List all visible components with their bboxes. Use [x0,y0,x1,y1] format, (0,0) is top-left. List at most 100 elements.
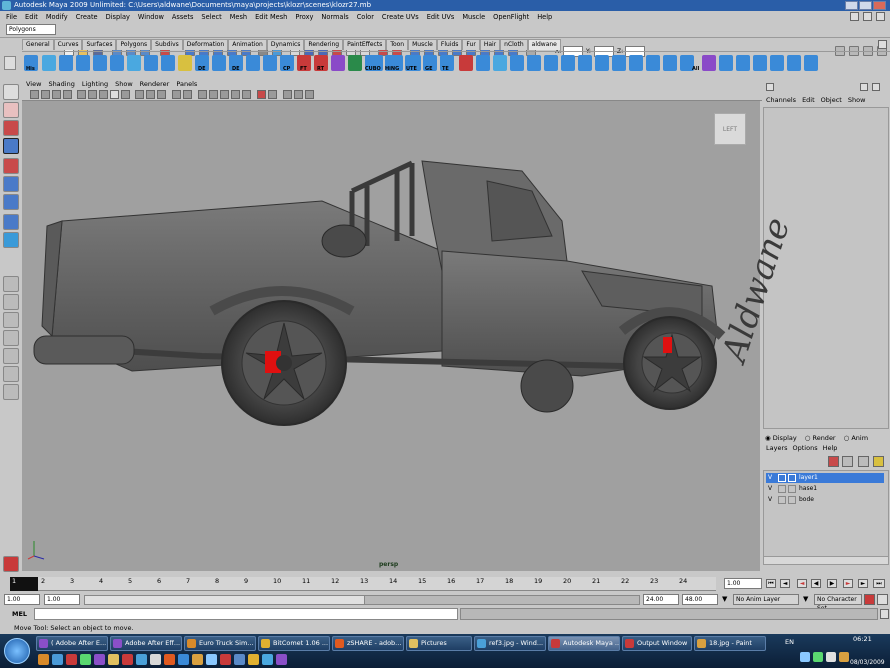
panel-menu-lighting[interactable]: Lighting [82,80,108,88]
menu-set-selector[interactable]: Polygons [6,24,56,35]
menu-create-uvs[interactable]: Create UVs [382,13,419,21]
panel-tool-16-icon[interactable] [209,90,218,99]
shelf-tab-hair[interactable]: Hair [479,39,501,50]
channel-toggle-1-icon[interactable] [766,83,774,91]
panel-tool-7-icon[interactable] [99,90,108,99]
menu-normals[interactable]: Normals [321,13,348,21]
shelf-icon-39[interactable] [702,55,716,71]
character-set-dropdown-icon[interactable]: ▼ [803,595,808,603]
single-perspective-layout-icon[interactable] [3,276,19,292]
character-set-selector[interactable]: No Character Set [814,594,862,612]
channels-edit-menu[interactable]: Edit [802,96,815,104]
shelf-icon-25[interactable] [459,55,473,71]
taskbar-task-button[interactable]: BitComet 1.06 ... [258,636,330,651]
channels-object-menu[interactable]: Object [821,96,842,104]
shelf-icon-32[interactable] [578,55,592,71]
channel-toggle-3-icon[interactable] [872,83,880,91]
taskbar-task-button[interactable]: Pictures [406,636,472,651]
select-tool-icon[interactable] [3,84,19,100]
layout-icon[interactable] [863,12,872,21]
menu-select[interactable]: Select [201,13,221,21]
shelf-icon-13[interactable] [246,55,260,71]
layer-move-down-icon[interactable] [873,456,884,467]
shelf-icon-44[interactable] [787,55,801,71]
render-radio[interactable]: ○ Render [805,434,836,442]
channel-toggle-2-icon[interactable] [860,83,868,91]
layer-visibility[interactable]: V [768,484,772,494]
shelf-icon-2[interactable] [59,55,73,71]
panel-menu-show[interactable]: Show [115,80,133,88]
quick-launch-icon[interactable] [192,654,203,665]
shelf-icon-5[interactable] [110,55,124,71]
quick-launch-icon[interactable] [66,654,77,665]
quick-launch-icon[interactable] [262,654,273,665]
shelf-icon-36[interactable] [646,55,660,71]
shelf-icon-37[interactable] [663,55,677,71]
menu-edit[interactable]: Edit [25,13,38,21]
quick-launch-icon[interactable] [234,654,245,665]
taskbar-task-button[interactable]: 18.jpg - Paint [694,636,766,651]
time-slider[interactable]: 1 2 3 4 5 6 7 8 9 10 11 12 13 14 15 16 17 18 19 20 21 22 23 24… [0,575,890,593]
view-cube[interactable]: LEFT [714,113,746,145]
panel-tool-19-icon[interactable] [242,90,251,99]
quick-launch-icon[interactable] [276,654,287,665]
script-editor-icon[interactable] [880,609,889,619]
panel-menu-shading[interactable]: Shading [48,80,74,88]
end-time-field[interactable]: 48.00 [682,594,718,605]
shelf-icon-1[interactable] [42,55,56,71]
shelf-tab-aldwane[interactable]: aldwane [527,39,561,50]
persp-graph-layout-icon[interactable] [3,330,19,346]
shelf-tab-fluids[interactable]: Fluids [436,39,463,50]
taskbar-task-button[interactable]: Autodesk Maya ... [548,636,620,651]
anim-layer-selector[interactable]: No Anim Layer [733,594,799,605]
shelf-tab-surfaces[interactable]: Surfaces [82,39,117,50]
layout-extra-icon[interactable] [3,384,19,400]
grid-icon[interactable] [850,12,859,21]
shelf-tab-ncloth[interactable]: nCloth [500,39,528,50]
custom-layout-icon[interactable] [3,366,19,382]
menu-help[interactable]: Help [537,13,552,21]
layers-menu[interactable]: Layers [766,444,788,452]
quick-launch-icon[interactable] [38,654,49,665]
shelf-icon-29[interactable] [527,55,541,71]
shelf-icon-31[interactable] [561,55,575,71]
panel-tool-15-icon[interactable] [198,90,207,99]
current-frame-marker[interactable]: 1 [10,577,38,591]
shelf-tab-painteffects[interactable]: PaintEffects [343,39,387,50]
start-button[interactable] [4,638,30,664]
panel-tool-6-icon[interactable] [88,90,97,99]
shelf-icon-34[interactable] [612,55,626,71]
minimize-button[interactable] [845,1,858,10]
panel-tool-17-icon[interactable] [220,90,229,99]
current-time-field[interactable]: 1.00 [724,578,762,589]
panel-tool-20-icon[interactable] [257,90,266,99]
layer-type-box[interactable] [778,485,786,493]
move-tool-icon[interactable] [3,138,19,154]
start-time-field[interactable]: 1.00 [4,594,40,605]
soft-mod-tool-icon[interactable] [3,214,19,230]
quick-launch-icon[interactable] [80,654,91,665]
layer-visibility[interactable]: V [768,495,772,505]
layer-row[interactable]: V bode [766,495,884,505]
panel-tool-23-icon[interactable] [294,90,303,99]
taskbar-task-button[interactable]: Euro Truck Sim... [184,636,256,651]
shelf-close-icon[interactable] [878,40,887,49]
panel-tool-22-icon[interactable] [283,90,292,99]
shelf-tab-polygons[interactable]: Polygons [116,39,152,50]
taskbar-task-button[interactable]: zSHARE - adob... [332,636,404,651]
manipulator-tool-icon[interactable] [3,194,19,210]
panel-tool-21-icon[interactable] [268,90,277,99]
menu-muscle[interactable]: Muscle [462,13,485,21]
layer-help-menu[interactable]: Help [823,444,838,452]
quick-launch-icon[interactable] [94,654,105,665]
play-backwards-icon[interactable]: ◀ [811,579,821,588]
menu-file[interactable]: File [6,13,17,21]
panel-tool-4-icon[interactable] [63,90,72,99]
shelf-icon-7[interactable] [144,55,158,71]
anim-layer-dropdown-icon[interactable]: ▼ [722,595,727,603]
lasso-tool-icon[interactable] [3,102,19,118]
channels-menu[interactable]: Channels [766,96,796,104]
panel-menu-panels[interactable]: Panels [176,80,197,88]
panel-tool-1-icon[interactable] [30,90,39,99]
menu-mesh[interactable]: Mesh [230,13,247,21]
